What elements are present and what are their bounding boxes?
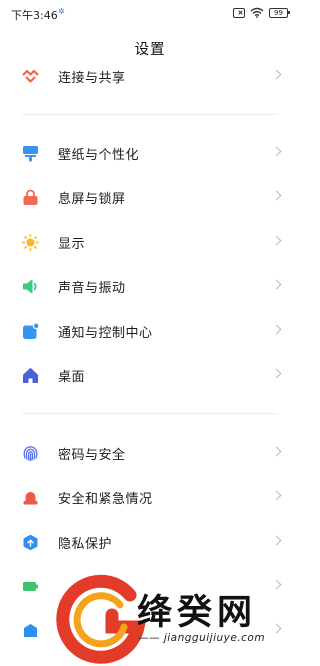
settings-item-desktop[interactable]: 桌面 xyxy=(0,355,300,395)
section-divider xyxy=(22,413,278,414)
settings-item-label: 安全和紧急情况 xyxy=(58,492,153,507)
battery-icon xyxy=(23,582,38,591)
home-icon xyxy=(23,368,38,383)
settings-item-label: 桌面 xyxy=(58,370,86,385)
settings-item-label: 息屏与锁屏 xyxy=(58,192,126,207)
chevron-right-icon xyxy=(271,190,282,201)
chevron-right-icon xyxy=(271,535,282,546)
settings-item-sound[interactable]: 声音与振动 xyxy=(0,266,300,306)
settings-item-connection-sharing[interactable]: 连接与共享 xyxy=(0,56,300,96)
status-bar: 下午3:46 ✲ 99 xyxy=(0,0,300,26)
chevron-right-icon xyxy=(271,579,282,590)
settings-item-label: 显示 xyxy=(58,237,86,252)
sun-icon xyxy=(22,234,39,251)
settings-item-emergency[interactable]: 安全和紧急情况 xyxy=(0,477,300,517)
settings-item-label: 壁纸与个性化 xyxy=(58,148,140,163)
gear-icon: ✲ xyxy=(58,7,65,16)
emergency-icon xyxy=(23,492,38,505)
settings-item-lock-screen[interactable]: 息屏与锁屏 xyxy=(0,177,300,217)
privacy-icon xyxy=(23,534,38,551)
chevron-right-icon xyxy=(271,146,282,157)
settings-item-label: 声音与振动 xyxy=(58,281,126,296)
chevron-right-icon xyxy=(271,623,282,634)
chevron-right-icon xyxy=(271,69,282,80)
settings-item-label: 密码与安全 xyxy=(58,448,126,463)
settings-item-password-security[interactable]: 密码与安全 xyxy=(0,433,300,473)
settings-item-display[interactable]: 显示 xyxy=(0,222,300,262)
chevron-right-icon xyxy=(271,235,282,246)
settings-item-notification[interactable]: 通知与控制中心 xyxy=(0,311,300,351)
watermark-url: —— jiangguijiuye.com xyxy=(138,632,266,644)
chevron-right-icon xyxy=(271,279,282,290)
status-icons: 99 xyxy=(233,7,290,18)
settings-item-wallpaper[interactable]: 壁纸与个性化 xyxy=(0,133,300,173)
chevron-right-icon xyxy=(271,490,282,501)
app-icon xyxy=(24,624,37,637)
settings-item-privacy[interactable]: 隐私保护 xyxy=(0,522,300,562)
status-time: 下午3:46 xyxy=(11,9,58,22)
wallpaper-icon xyxy=(23,146,38,162)
settings-item-label: 通知与控制中心 xyxy=(58,326,153,341)
section-divider xyxy=(22,114,278,115)
share-icon xyxy=(22,69,39,83)
lock-icon xyxy=(23,189,38,205)
chevron-right-icon xyxy=(271,446,282,457)
chevron-right-icon xyxy=(271,368,282,379)
settings-item-label: 连接与共享 xyxy=(58,71,126,86)
chevron-right-icon xyxy=(271,324,282,335)
settings-item-label: 隐私保护 xyxy=(58,537,113,552)
wifi-icon xyxy=(250,7,264,18)
battery-icon: 99 xyxy=(269,7,290,18)
watermark-name: 绛癸网 xyxy=(137,592,258,633)
notification-icon xyxy=(23,323,39,339)
sim-x-icon xyxy=(233,7,245,18)
fingerprint-icon xyxy=(23,446,38,462)
speaker-icon xyxy=(23,279,37,294)
